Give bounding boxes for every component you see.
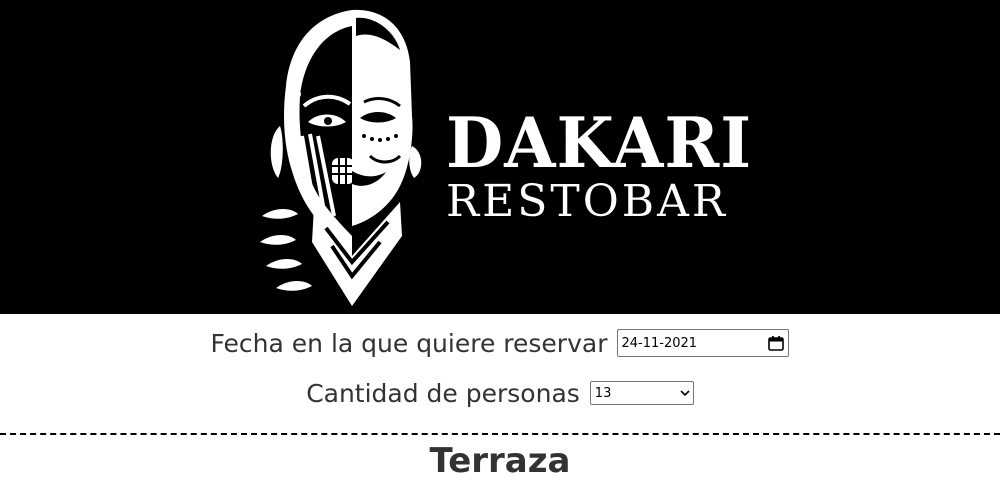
brand-logo-text: DAKARI RESTOBAR: [446, 102, 753, 227]
hero-banner: DAKARI RESTOBAR: [0, 0, 1000, 314]
people-row: Cantidad de personas 13: [0, 378, 1000, 408]
date-value: 24-11-2021: [621, 335, 698, 351]
reservation-form: Fecha en la que quiere reservar 24-11-20…: [0, 314, 1000, 408]
brand-subtitle: RESTOBAR: [446, 176, 729, 227]
calendar-icon[interactable]: [768, 335, 785, 351]
section-divider: [0, 433, 1000, 435]
date-row: Fecha en la que quiere reservar 24-11-20…: [0, 328, 1000, 358]
people-select-value: 13: [594, 385, 612, 401]
date-label: Fecha en la que quiere reservar: [210, 328, 608, 358]
brand-name: DAKARI: [446, 102, 753, 184]
section-title: Terraza: [429, 441, 571, 481]
people-select[interactable]: 13: [589, 381, 694, 405]
date-input[interactable]: 24-11-2021: [617, 329, 790, 357]
people-label: Cantidad de personas: [306, 378, 580, 408]
chevron-down-icon: [680, 390, 690, 397]
african-mask-face-icon: [260, 9, 422, 306]
